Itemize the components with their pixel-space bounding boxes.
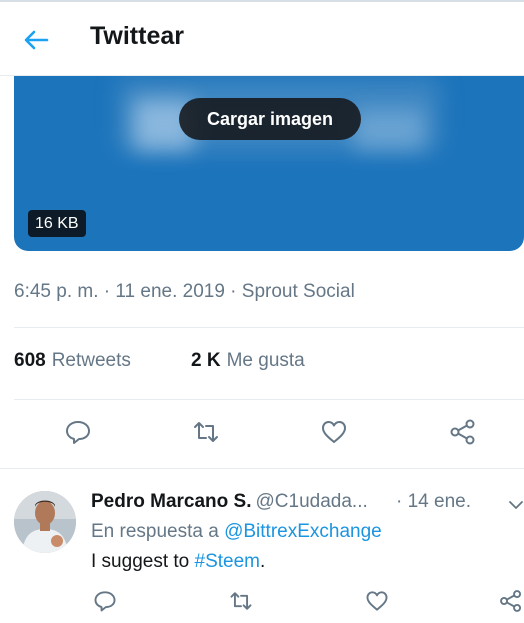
reply-actions [0,588,524,618]
like-icon[interactable] [364,588,390,614]
retweets-count: 608 [14,350,46,371]
reply-icon[interactable] [63,417,93,447]
hashtag-link[interactable]: #Steem [195,551,260,572]
top-bar: Twittear [0,0,524,76]
reply-text: I suggest to #Steem. [91,551,265,573]
reply-header: Pedro Marcano S. @C1udada... · 14 ene. [91,491,471,513]
retweets-stat[interactable]: 608 Retweets [14,350,131,372]
reply-text-prefix: I suggest to [91,551,195,572]
timestamp-text: 6:45 p. m. · 11 ene. 2019 · [14,281,242,302]
load-image-button[interactable]: Cargar imagen [179,98,361,140]
share-icon[interactable] [498,588,524,614]
blurred-image-content [354,110,424,150]
retweet-icon[interactable] [191,417,221,447]
replying-to: En respuesta a @BittrexExchange [91,521,382,543]
image-size-badge: 16 KB [28,210,86,237]
tweet-source-link[interactable]: Sprout Social [242,281,355,302]
likes-count: 2 K [191,350,221,371]
tweet-timestamp: 6:45 p. m. · 11 ene. 2019 · Sprout Socia… [14,281,355,303]
reply-text-suffix: . [260,551,266,572]
divider [14,399,524,400]
like-icon[interactable] [319,417,349,447]
chevron-down-icon[interactable] [508,497,524,513]
avatar[interactable] [14,491,76,553]
tweet-actions [0,417,524,453]
divider [14,327,524,328]
likes-stat[interactable]: 2 K Me gusta [191,350,305,372]
page-title: Twittear [90,22,184,50]
author-name[interactable]: Pedro Marcano S. [91,491,252,512]
replying-to-link[interactable]: @BittrexExchange [224,521,382,542]
likes-label: Me gusta [226,350,305,371]
tweet-image[interactable]: Cargar imagen 16 KB [14,60,524,251]
retweet-icon[interactable] [228,588,254,614]
replying-prefix: En respuesta a [91,521,225,542]
reply-date[interactable]: · 14 ene. [396,491,471,513]
share-icon[interactable] [448,417,478,447]
reply-icon[interactable] [92,588,118,614]
author-handle[interactable]: @C1udada... [256,491,368,512]
retweets-label: Retweets [51,350,131,371]
back-arrow-icon[interactable] [20,24,52,56]
